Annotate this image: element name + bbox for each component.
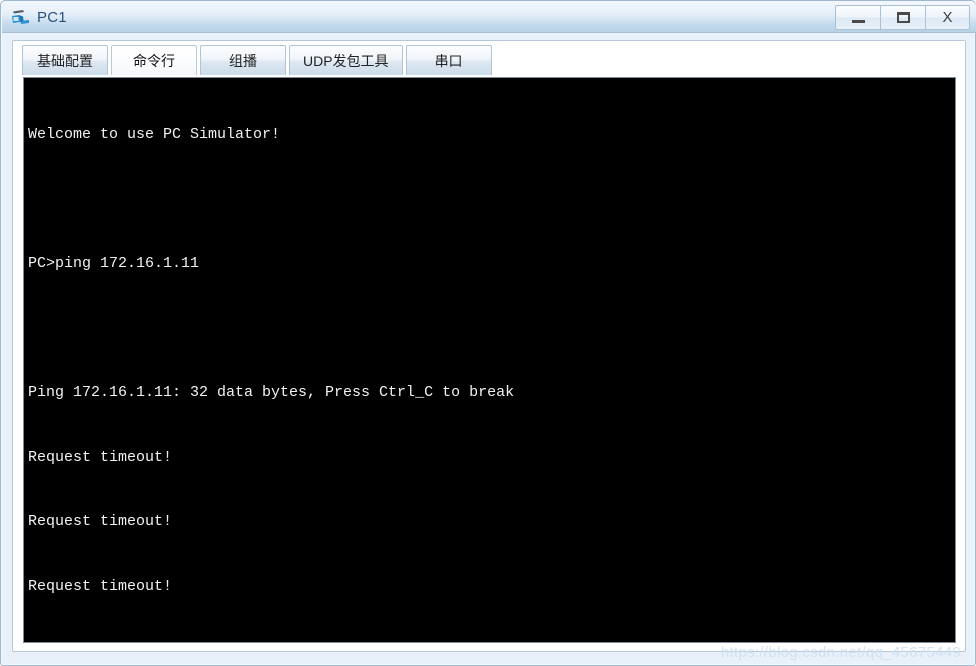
terminal-line: Request timeout! xyxy=(28,513,173,530)
terminal-output: Welcome to use PC Simulator! PC>ping 172… xyxy=(24,78,955,642)
tab-multicast[interactable]: 组播 xyxy=(200,45,286,75)
window-controls: X xyxy=(835,5,970,30)
window-titlebar[interactable]: PC1 X xyxy=(2,2,976,33)
tab-serial-port[interactable]: 串口 xyxy=(405,45,492,75)
client-area: 基础配置 命令行 组播 UDP发包工具 串口 Welcome to use PC… xyxy=(12,40,966,652)
close-icon: X xyxy=(942,9,953,26)
window-title: PC1 xyxy=(37,9,67,26)
minimize-icon xyxy=(851,19,865,23)
close-button[interactable]: X xyxy=(925,5,970,30)
terminal-console[interactable]: Welcome to use PC Simulator! PC>ping 172… xyxy=(23,77,956,643)
terminal-line: Ping 172.16.1.11: 32 data bytes, Press C… xyxy=(28,384,515,401)
terminal-line: Request timeout! xyxy=(28,448,173,466)
maximize-button[interactable] xyxy=(880,5,925,30)
pc-device-icon xyxy=(11,9,31,27)
window-title-group: PC1 xyxy=(11,2,67,33)
terminal-line: Welcome to use PC Simulator! xyxy=(28,126,281,143)
tab-udp-packet-tool[interactable]: UDP发包工具 xyxy=(289,45,403,75)
tab-basic-config[interactable]: 基础配置 xyxy=(22,45,108,75)
maximize-icon xyxy=(896,12,910,23)
pc1-window: PC1 X 基础配置 命令行 组播 UDP发包工具 串口 Welcome to … xyxy=(0,0,976,666)
tab-command-line[interactable]: 命令行 xyxy=(111,45,197,75)
minimize-button[interactable] xyxy=(835,5,880,30)
terminal-line: Request timeout! xyxy=(28,640,955,642)
terminal-line: Request timeout! xyxy=(28,577,173,595)
terminal-line: PC>ping 172.16.1.11 xyxy=(28,255,200,272)
tab-strip: 基础配置 命令行 组播 UDP发包工具 串口 xyxy=(13,41,965,77)
